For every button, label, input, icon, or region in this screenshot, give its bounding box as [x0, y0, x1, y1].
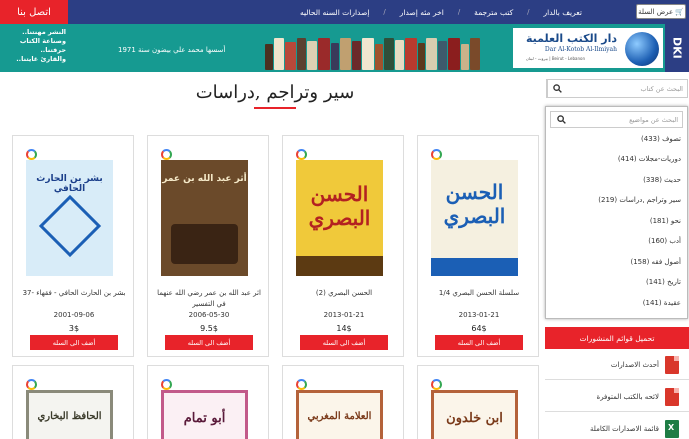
cart-icon: 🛒 — [675, 7, 684, 16]
download-lists-header: تحميل قوائم المنشورات — [545, 327, 689, 349]
product-card[interactable]: الحافظ البخاري — [12, 365, 134, 439]
topic-item[interactable]: تصوف (433) — [641, 135, 681, 143]
cart-button[interactable]: 🛒 عرض السلة — [636, 4, 686, 19]
google-icon — [431, 379, 442, 390]
product-name[interactable]: بشر بن الحارث الحافي - فقهاء -37 — [19, 288, 129, 299]
product-name[interactable]: الحسن البصري (2) — [289, 288, 399, 299]
download-full-catalog[interactable]: قائمة الاصدارات الكاملة — [545, 414, 689, 439]
pdf-icon — [665, 355, 679, 374]
book-cover-image[interactable]: بشر بن الحارث الحافي — [26, 160, 113, 276]
google-icon — [431, 149, 442, 160]
topics-search-input[interactable]: البحث عن مواضيع — [571, 116, 682, 124]
nav-link-translated[interactable]: كتب مترجمة — [474, 8, 513, 17]
nav-separator: / — [527, 8, 530, 16]
product-date: 2006-05-30 — [188, 311, 230, 319]
book-cover-image[interactable]: الحسن البصري — [296, 160, 383, 276]
top-nav: اتصل بنا تعريف بالدار / كتب مترجمة / اخر… — [0, 0, 689, 24]
banner-slogan: النشر مهنتنا.. وصناعة الكتاب حرفتنا.. وا… — [4, 28, 66, 64]
book-search-box: البحث عن كتاب — [546, 79, 688, 98]
google-icon — [296, 379, 307, 390]
topics-search-button[interactable] — [551, 111, 571, 128]
google-icon — [161, 149, 172, 160]
add-to-cart-button[interactable]: أضف الى السله — [300, 335, 388, 350]
nav-link-current-year[interactable]: إصدارات السنه الحاليه — [300, 8, 369, 17]
add-to-cart-button[interactable]: أضف الى السله — [30, 335, 118, 350]
nav-link-about[interactable]: تعريف بالدار — [544, 8, 582, 17]
book-search-button[interactable] — [547, 80, 567, 97]
logo-city: Beirut - Lebanon | بيروت - لبنان — [525, 56, 585, 61]
slogan-line: النشر مهنتنا.. — [22, 28, 66, 36]
slogan-line: وصناعة الكتاب حرفتنا.. — [19, 37, 66, 54]
dki-logo: DKI — [665, 24, 689, 72]
product-name[interactable]: سلسلة الحسن البصري 1/4 — [424, 288, 534, 299]
topic-item[interactable]: دوريات-مجلات (414) — [618, 155, 681, 163]
product-date: 2001-09-06 — [53, 311, 95, 319]
search-icon — [556, 115, 566, 124]
product-date: 2013-01-21 — [323, 311, 365, 319]
google-icon — [161, 379, 172, 390]
logo-latin-name: Dar Al-Kotob Al-Ilmiyah — [544, 46, 617, 53]
product-card[interactable]: أبو تمام — [147, 365, 269, 439]
book-cover-image[interactable]: العلامة المغربي — [296, 390, 383, 439]
pdf-icon — [665, 387, 679, 406]
google-icon — [26, 149, 37, 160]
topic-item[interactable]: تاريخ (141) — [646, 278, 681, 286]
book-cover-image[interactable]: أثر عبد الله بن عمر — [161, 160, 248, 276]
topic-item[interactable]: عقيدة (141) — [643, 299, 681, 307]
search-icon — [553, 84, 562, 93]
topic-item[interactable]: حديث (338) — [643, 176, 681, 184]
product-price: 64$ — [471, 324, 487, 333]
slogan-line: والقارئ غايتنا.. — [16, 55, 66, 63]
product-card[interactable]: أثر عبد الله بن عمر اثر عبد الله بن عمر … — [147, 135, 269, 357]
brand-logo[interactable]: دار الكتب العلمية Dar Al-Kotob Al-Ilmiya… — [513, 28, 663, 68]
book-cover-image[interactable]: الحسن البصري — [431, 160, 518, 276]
nav-separator: / — [383, 8, 386, 16]
product-date: 2013-01-21 — [458, 311, 500, 319]
product-card[interactable]: العلامة المغربي — [282, 365, 404, 439]
product-price: 9.5$ — [200, 324, 218, 333]
nav-separator: / — [457, 8, 461, 16]
download-available-books[interactable]: لائحه بالكتب المتوفرة — [545, 382, 689, 412]
book-search-input[interactable]: البحث عن كتاب — [567, 85, 687, 93]
book-cover-image[interactable]: الحافظ البخاري — [26, 390, 113, 439]
globe-icon — [625, 32, 659, 66]
cart-label: عرض السلة — [638, 7, 674, 16]
topic-item[interactable]: أدب (160) — [648, 237, 681, 245]
product-card[interactable]: الحسن البصري الحسن البصري (2) 2013-01-21… — [282, 135, 404, 357]
topics-search-box: البحث عن مواضيع — [550, 111, 683, 128]
header-banner: النشر مهنتنا.. وصناعة الكتاب حرفتنا.. وا… — [0, 24, 689, 72]
topic-item[interactable]: سير وتراجم ,دراسات (219) — [598, 196, 681, 204]
title-underline — [254, 107, 296, 109]
topic-item[interactable]: نحو (181) — [650, 217, 681, 225]
banner-books-image — [258, 38, 480, 70]
product-card[interactable]: ابن خلدون — [417, 365, 539, 439]
add-to-cart-button[interactable]: أضف الى السله — [435, 335, 523, 350]
product-price: 3$ — [68, 324, 80, 333]
nav-link-latest-100[interactable]: اخر مئه إصدار — [400, 8, 444, 17]
banner-founded-text: أسسها محمد علي بيضون سنة 1971 — [118, 46, 226, 54]
product-price: 14$ — [336, 324, 352, 333]
topic-item[interactable]: أصول فقه (158) — [630, 258, 681, 266]
google-icon — [296, 149, 307, 160]
book-cover-image[interactable]: ابن خلدون — [431, 390, 518, 439]
google-icon — [26, 379, 37, 390]
list-item-label: قائمة الاصدارات الكاملة — [590, 424, 659, 433]
nav-links: تعريف بالدار / كتب مترجمة / اخر مئه إصدا… — [300, 0, 582, 24]
logo-name: دار الكتب العلمية — [526, 32, 617, 45]
download-latest-releases[interactable]: أحدث الاصدارات — [545, 350, 689, 380]
add-to-cart-button[interactable]: أضف الى السله — [165, 335, 253, 350]
contact-button[interactable]: اتصل بنا — [0, 0, 68, 24]
topics-panel: البحث عن مواضيع تصوف (433) دوريات-مجلات … — [545, 106, 688, 319]
book-cover-image[interactable]: أبو تمام — [161, 390, 248, 439]
product-card[interactable]: الحسن البصري سلسلة الحسن البصري 1/4 2013… — [417, 135, 539, 357]
excel-icon — [665, 419, 679, 438]
list-item-label: لائحه بالكتب المتوفرة — [596, 392, 659, 401]
list-item-label: أحدث الاصدارات — [610, 360, 659, 369]
page-title: سير وتراجم ,دراسات — [195, 82, 355, 103]
product-name[interactable]: اثر عبد الله بن عمر رضي الله عنهما في ال… — [154, 288, 264, 310]
product-card[interactable]: بشر بن الحارث الحافي بشر بن الحارث الحاف… — [12, 135, 134, 357]
